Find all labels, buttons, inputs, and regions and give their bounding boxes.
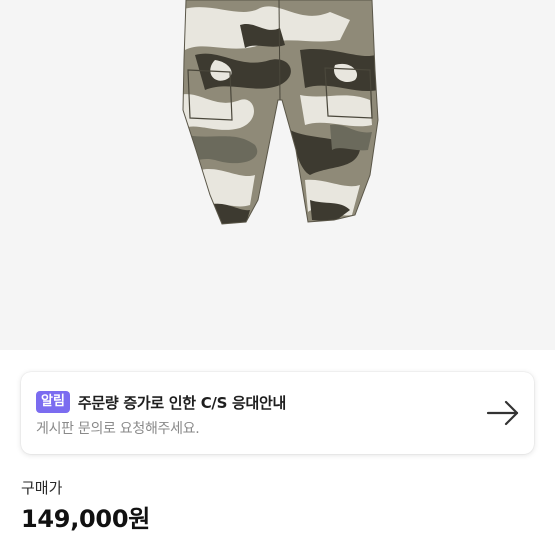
- notice-title: 주문량 증가로 인한 C/S 응대안내: [77, 393, 287, 412]
- notice-badge: 알림: [36, 391, 70, 413]
- notice-card[interactable]: 알림 주문량 증가로 인한 C/S 응대안내 게시판 문의로 요청해주세요.: [21, 372, 534, 454]
- notice-subtitle: 게시판 문의로 요청해주세요.: [36, 421, 200, 437]
- camo-pants-image: [0, 0, 555, 350]
- arrow-right-icon[interactable]: [486, 399, 520, 427]
- notice-header: 알림 주문량 증가로 인한 C/S 응대안내: [36, 391, 286, 413]
- product-page: 알림 주문량 증가로 인한 C/S 응대안내 게시판 문의로 요청해주세요. 구…: [0, 0, 555, 555]
- price-value: 149,000원: [21, 505, 150, 533]
- price-label: 구매가: [21, 479, 63, 497]
- product-image[interactable]: [0, 0, 555, 350]
